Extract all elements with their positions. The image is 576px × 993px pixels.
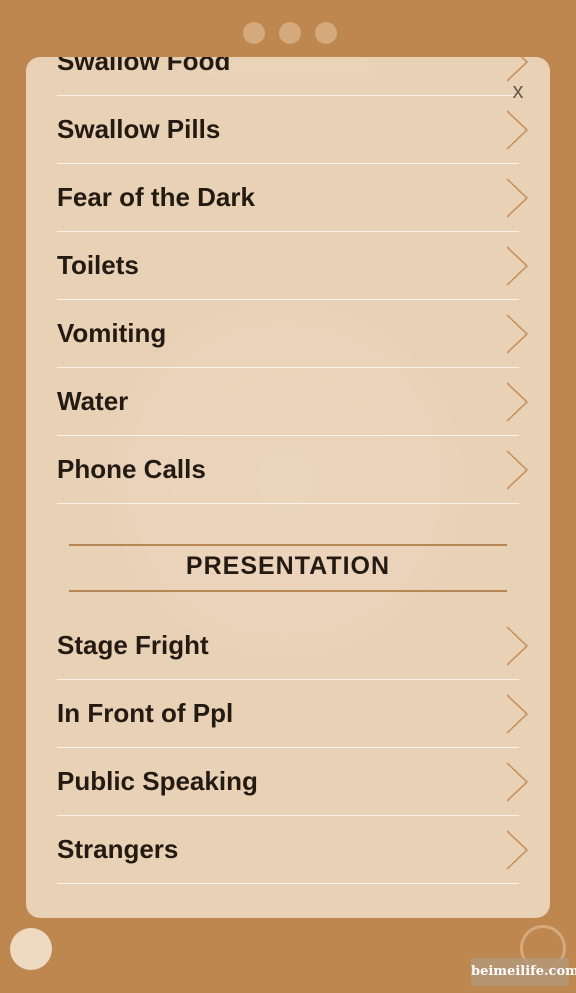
list-item[interactable]: Vomiting (57, 300, 529, 368)
list-item-label: Fear of the Dark (57, 182, 255, 212)
chevron-right-icon (506, 626, 529, 666)
list-item[interactable]: Water (57, 368, 529, 436)
list-item-label: Strangers (57, 834, 179, 864)
close-button[interactable]: x (506, 77, 530, 105)
list-item-label: Phone Calls (57, 454, 206, 484)
list-item-label: Swallow Pills (57, 114, 221, 144)
background-button-left (10, 928, 52, 970)
section-divider-bottom (69, 590, 507, 592)
section-header-presentation: PRESENTATION (57, 504, 519, 612)
section-title: PRESENTATION (185, 552, 391, 580)
list-item-label: Vomiting (57, 318, 167, 348)
topic-picker-modal: x Swallow Food Swallow Pills Fear of the D… (26, 57, 550, 918)
list-item[interactable]: In Front of Ppl (57, 680, 529, 748)
list-item-label: Toilets (57, 250, 139, 280)
list-item[interactable]: Swallow Pills (57, 96, 529, 164)
list-item[interactable]: Stage Fright (57, 612, 529, 680)
chevron-right-icon (506, 450, 529, 490)
topic-group: Swallow Food Swallow Pills Fear of the Dar… (57, 57, 529, 504)
chevron-right-icon (506, 178, 529, 218)
chevron-right-icon (506, 382, 529, 422)
list-item-label: Water (57, 386, 129, 416)
watermark: beimeilife.com (471, 958, 576, 986)
chevron-right-icon (506, 694, 529, 734)
list-item[interactable]: Phone Calls (57, 436, 529, 504)
chevron-right-icon (506, 246, 529, 286)
list-item-label: Public Speaking (57, 766, 258, 796)
chevron-right-icon (506, 762, 529, 802)
section-divider-top (69, 544, 507, 546)
list-item-label: Swallow Food (57, 57, 231, 76)
topic-list: Swallow Food Swallow Pills Fear of the Dar… (57, 57, 529, 884)
chevron-right-icon (506, 830, 529, 870)
chevron-right-icon (506, 314, 529, 354)
list-item-label: In Front of Ppl (57, 698, 234, 728)
background-dots (235, 22, 345, 52)
chevron-right-icon (506, 110, 529, 150)
topic-group: Stage Fright In Front of Ppl Public Speaki… (57, 612, 529, 884)
list-item-label: Stage Fright (57, 630, 209, 660)
list-item[interactable]: Toilets (57, 232, 529, 300)
list-item[interactable]: Swallow Food (57, 57, 529, 96)
list-item[interactable]: Fear of the Dark (57, 164, 529, 232)
list-item[interactable]: Public Speaking (57, 748, 529, 816)
list-item[interactable]: Strangers (57, 816, 529, 884)
